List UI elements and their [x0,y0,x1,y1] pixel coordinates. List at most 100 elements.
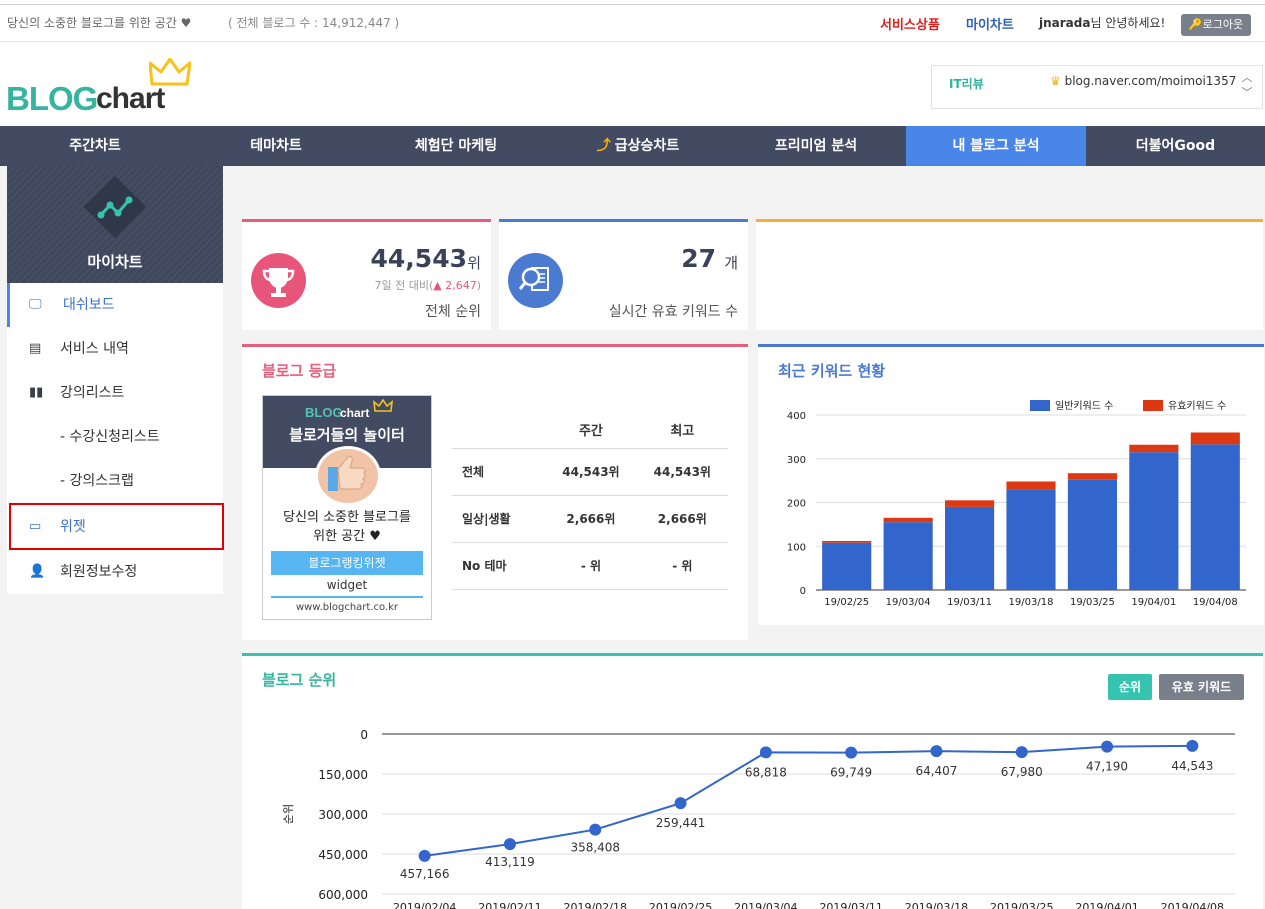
sidebar-item-dashboard[interactable]: 🖵 대쉬보드 [7,283,223,327]
logout-label: 로그아웃 [1202,18,1244,31]
sidebar-item-service-history[interactable]: ▤ 서비스 내역 [7,327,223,371]
rank-point [589,823,602,836]
y-tick-label: 300,000 [318,808,368,822]
rank-point [1101,740,1114,753]
sidebar-item-label: - 강의스크랩 [60,473,134,489]
mychart-link[interactable]: 마이차트 [966,14,1014,33]
y-tick-label: 300 [787,455,806,466]
bar-normal-keywords [883,522,933,590]
table-header: 주간 [545,411,637,449]
valid-keyword-card: 27 개 실시간 유효 키워드 수 [499,219,748,330]
user-icon: 👤 [29,564,46,579]
total-blog-count: ( 전체 블로그 수 : 14,912,447 ) [228,16,400,30]
search-icon-circle [508,253,563,308]
panel-title: 블로그 등급 [262,362,337,380]
data-label: 358,408 [570,841,620,855]
logout-button[interactable]: 🔑로그아웃 [1181,14,1251,36]
data-label: 67,980 [1001,765,1043,779]
blog-selector[interactable]: IT리뷰 ♛ blog.naver.com/moimoi1357 ︿ ﹀ [931,65,1263,109]
bar-normal-keywords [822,542,872,590]
sidebar-item-label: 서비스 내역 [60,341,129,357]
x-tick-label: 2019/04/01 [1075,901,1138,909]
sidebar: 마이차트 🖵 대쉬보드 ▤ 서비스 내역 ▮▮ 강의리스트 - 수강신청리스트 - 강… [7,166,224,594]
blog-grade-panel: 블로그 등급 BLOG chart 블로거들의 놀이터 당신의 소중한 블로그를… [242,344,748,640]
legend-swatch-normal [1030,400,1050,411]
rank-change-value: 2,647 [445,279,477,292]
nav-theme-chart[interactable]: 테마차트 [190,126,362,166]
x-tick-label: 19/03/04 [886,597,931,608]
nav-experience-marketing[interactable]: 체험단 마케팅 [362,126,550,166]
badge-crown-icon [373,399,393,412]
rank-point [1015,746,1028,759]
total-rank-card: 44,543 위 7일 전 대비(▲ 2,647) 전체 순위 [242,219,491,330]
chevron-down-icon[interactable]: ﹀ [1240,85,1254,100]
data-label: 413,119 [485,855,535,869]
y-tick-label: 450,000 [318,848,368,862]
recent-keyword-panel: 최근 키워드 현황 0 100 200 300 400 19/02/25 19/03/04 1… [758,344,1264,625]
user-id: jnarada [1039,16,1091,30]
search-document-icon [518,267,549,291]
service-products-link[interactable]: 서비스상품 [880,14,940,33]
rank-toggle-button[interactable]: 순위 [1108,674,1152,700]
rank-change-prefix: 7일 전 대비( [374,279,434,292]
bar-normal-keywords [1006,489,1056,590]
blogchart-logo[interactable]: BLOG chart [6,58,196,118]
sidebar-menu: 🖵 대쉬보드 ▤ 서비스 내역 ▮▮ 강의리스트 - 수강신청리스트 - 강의스크랩 … [7,283,224,594]
legend-label-valid: 유효키워드 수 [1168,399,1226,412]
table-cell: 44,543위 [545,448,637,496]
bar-valid-keywords [1190,432,1240,445]
valid-keyword-toggle-button[interactable]: 유효 키워드 [1159,674,1244,700]
rank-point [1186,739,1199,752]
x-tick-label: 19/02/25 [824,597,869,608]
nav-weekly-chart[interactable]: 주간차트 [0,126,190,166]
data-label: 44,543 [1171,759,1213,773]
table-cell: - 위 [636,542,728,590]
nav-premium-analysis[interactable]: 프리미엄 분석 [726,126,906,166]
table-row: 전체 44,543위 44,543위 [452,448,728,496]
rank-change: 7일 전 대비(▲ 2,647) [374,277,481,293]
x-tick-label: 19/04/08 [1193,597,1238,608]
widget-screen-icon: ▭ [29,519,42,534]
sidebar-item-lecture-scrap[interactable]: - 강의스크랩 [7,459,223,503]
grade-widget-badge: BLOG chart 블로거들의 놀이터 당신의 소중한 블로그를 위한 공간 ♥… [262,395,432,620]
bar-valid-keywords [822,541,872,543]
nav-rising-chart[interactable]: ⤴ 급상승차트 [550,126,726,166]
rising-arrow-icon: ⤴ [596,138,611,154]
rank-series-line [424,744,1193,857]
table-header [452,411,546,449]
sidebar-item-member-edit[interactable]: 👤 회원정보수정 [7,550,223,594]
x-tick-label: 19/03/25 [1070,597,1115,608]
y-tick-label: 150,000 [318,768,368,782]
x-tick-label: 2019/03/25 [990,901,1053,909]
badge-logo-blog: BLOG [305,405,343,420]
sidebar-item-enrollment-list[interactable]: - 수강신청리스트 [7,415,223,459]
x-tick-label: 19/04/01 [1131,597,1176,608]
x-tick-label: 2019/03/11 [819,901,882,909]
badge-text-line1: 당신의 소중한 블로그를 [283,510,411,525]
sidebar-item-lecture-list[interactable]: ▮▮ 강의리스트 [7,371,223,415]
blog-selector-arrows[interactable]: ︿ ﹀ [1240,70,1254,104]
blog-rank-panel: 블로그 순위 순위 유효 키워드 0 150,000 300,000 450,000 6… [242,653,1263,909]
logo-chart-text: chart [96,82,165,115]
empty-card [756,219,1263,330]
grade-table: 주간 최고 전체 44,543위 44,543위 일상|생활 2,666위 2,666위… [452,411,728,590]
bar-normal-keywords [1129,452,1179,590]
rank-point [759,746,772,759]
data-label: 47,190 [1086,760,1128,774]
nav-together-good[interactable]: 더불어Good [1086,126,1265,166]
bar-normal-keywords [945,506,995,590]
data-label: 64,407 [915,764,957,778]
total-rank-value: 44,543 [370,244,467,273]
table-cell: 2,666위 [545,495,637,543]
nav-rising-label: 급상승차트 [614,138,680,154]
nav-my-blog-analysis[interactable]: 내 블로그 분석 [906,126,1086,166]
table-cell: 44,543위 [636,448,728,496]
rank-point [418,849,431,862]
y-tick-label: 100 [787,542,806,553]
table-row: 일상|생활 2,666위 2,666위 [452,495,728,543]
total-rank-unit: 위 [467,254,481,272]
sidebar-item-widget[interactable]: ▭ 위젯 [9,503,224,550]
chevron-up-icon[interactable]: ︿ [1240,70,1254,85]
table-header-row: 주간 최고 [452,411,728,449]
x-tick-label: 2019/02/11 [478,901,541,909]
